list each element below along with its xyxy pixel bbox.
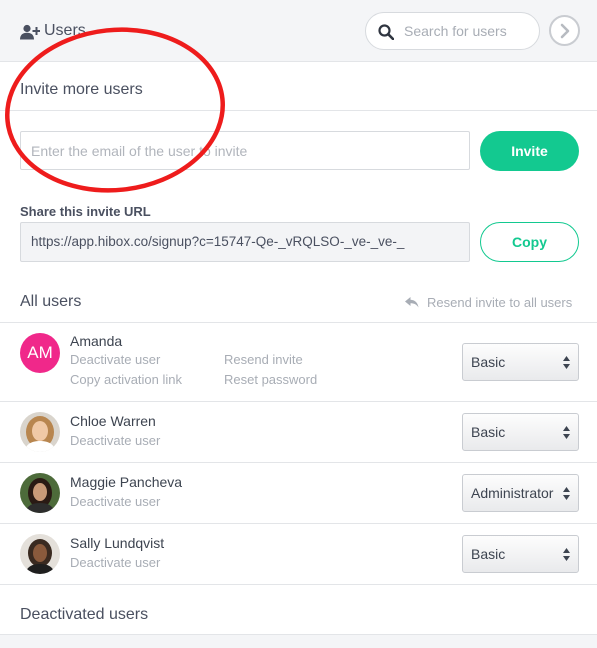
avatar-photo [20,412,60,452]
invite-url-field[interactable]: https://app.hibox.co/signup?c=15747-Qe-_… [20,222,470,262]
role-select[interactable]: Basic [462,535,579,573]
role-select-value: Basic [471,424,506,440]
add-user-icon [20,24,40,40]
invite-section-title: Invite more users [20,81,143,98]
avatar [20,534,60,574]
select-arrows-icon [563,487,570,500]
search-box[interactable] [365,12,540,50]
select-arrows-icon [563,356,570,369]
page-header: Users [0,0,597,62]
copy-url-button[interactable]: Copy [480,222,579,262]
avatar-photo [20,534,60,574]
user-row: Chloe Warren Deactivate user Basic [0,402,597,463]
page-title: Users [44,22,86,39]
role-select[interactable]: Administrator [462,474,579,512]
footer-strip [0,634,597,648]
user-name: Amanda [70,333,123,349]
reply-icon [405,297,419,308]
chevron-right-icon [560,23,570,39]
resend-all-link[interactable]: Resend invite to all users [405,295,572,310]
avatar-photo [20,473,60,513]
role-select-value: Administrator [471,485,554,501]
search-input[interactable] [404,21,532,41]
avatar [20,412,60,452]
invite-email-input[interactable] [20,131,470,170]
select-arrows-icon [563,426,570,439]
next-button[interactable] [549,15,580,46]
deactivate-user-link[interactable]: Deactivate user [70,494,160,509]
role-select-value: Basic [471,546,506,562]
invite-button[interactable]: Invite [480,131,579,171]
deactivate-user-link[interactable]: Deactivate user [70,433,160,448]
deactivate-user-link[interactable]: Deactivate user [70,555,160,570]
copy-activation-link[interactable]: Copy activation link [70,372,182,387]
user-row: Maggie Pancheva Deactivate user Administ… [0,463,597,524]
user-name: Chloe Warren [70,413,156,429]
search-icon [378,24,394,40]
resend-invite-link[interactable]: Resend invite [224,352,303,367]
all-users-title: All users [20,293,82,310]
role-select[interactable]: Basic [462,413,579,451]
deactivated-users-title: Deactivated users [20,606,149,623]
deactivate-user-link[interactable]: Deactivate user [70,352,160,367]
user-row: Sally Lundqvist Deactivate user Basic [0,524,597,585]
share-url-label: Share this invite URL [20,204,151,219]
user-row: AM Amanda Deactivate user Resend invite … [0,323,597,402]
select-arrows-icon [563,548,570,561]
user-name: Maggie Pancheva [70,474,183,490]
role-select[interactable]: Basic [462,343,579,381]
avatar: AM [20,333,60,373]
avatar [20,473,60,513]
role-select-value: Basic [471,354,506,370]
user-name: Sally Lundqvist [70,535,165,551]
resend-all-label: Resend invite to all users [427,295,573,310]
divider [0,110,597,111]
reset-password-link[interactable]: Reset password [224,372,317,387]
